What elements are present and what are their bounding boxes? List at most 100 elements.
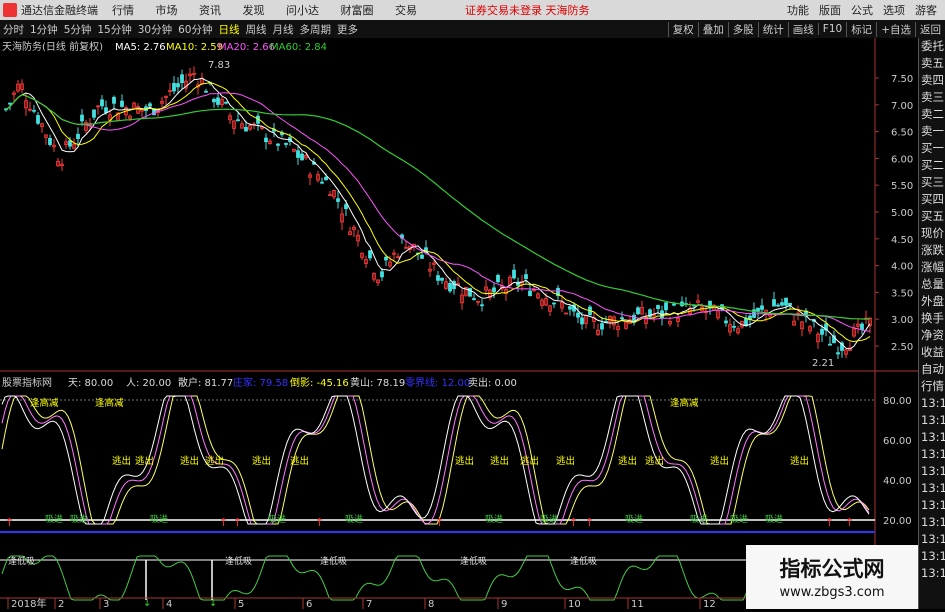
signal-mid-3: 逃出: [205, 455, 224, 467]
side-item-19[interactable]: 自动: [919, 361, 945, 378]
period-tab-4[interactable]: 30分钟: [138, 24, 172, 36]
menu-trade[interactable]: 交易: [395, 4, 417, 17]
side-item-2[interactable]: 卖四: [919, 72, 945, 89]
side-item-17[interactable]: 净资: [919, 327, 945, 344]
date-tick-4: 5: [238, 599, 244, 609]
buy-arrow-icon-5: ↑: [569, 516, 578, 529]
signal-bottom-7: 吸进: [625, 514, 643, 525]
side-item-28[interactable]: 13:13: [919, 514, 945, 531]
side-item-22[interactable]: 13:13: [919, 412, 945, 429]
side-item-21[interactable]: 13:13: [919, 395, 945, 412]
candle-body: [68, 140, 72, 147]
price-tick-9: 3.00: [891, 315, 913, 326]
side-item-1[interactable]: 卖五: [919, 55, 945, 72]
login-notice: 证券交易未登录 天海防务: [465, 4, 590, 17]
period-tab-1[interactable]: 1分钟: [30, 24, 58, 36]
signal-top-0: 逢高减: [30, 397, 59, 409]
period-tab-7[interactable]: 周线: [246, 24, 267, 36]
menu-function[interactable]: 功能: [787, 2, 809, 18]
side-item-23[interactable]: 13:13: [919, 429, 945, 446]
period-tab-2[interactable]: 5分钟: [64, 24, 92, 36]
side-item-16[interactable]: 换手: [919, 310, 945, 327]
side-item-12[interactable]: 涨跌: [919, 242, 945, 259]
side-item-18[interactable]: 收益: [919, 344, 945, 361]
menu-quote[interactable]: 行情: [112, 4, 134, 17]
ind-ren: 人: 20.00: [126, 377, 171, 389]
watermark-url: www.zbgs3.com: [779, 585, 885, 600]
signal-bottom-5: 吸进: [485, 514, 503, 525]
candle-body: [104, 107, 108, 113]
ind-daoying: 倒影: -45.16: [290, 377, 349, 389]
tool-button-0[interactable]: 复权: [667, 21, 698, 37]
period-tab-3[interactable]: 15分钟: [97, 24, 131, 36]
candle-body: [480, 304, 484, 307]
menu-market[interactable]: 市场: [156, 4, 178, 17]
candle-body: [524, 274, 528, 280]
side-item-26[interactable]: 13:13: [919, 480, 945, 497]
side-item-8[interactable]: 买三: [919, 174, 945, 191]
candle-body: [528, 290, 532, 297]
side-item-9[interactable]: 买四: [919, 191, 945, 208]
tool-button-1[interactable]: 叠加: [697, 21, 728, 37]
menu-options[interactable]: 选项: [883, 2, 905, 18]
menu-layout[interactable]: 版面: [819, 2, 841, 18]
side-item-20[interactable]: 行情: [919, 378, 945, 395]
side-item-6[interactable]: 买一: [919, 140, 945, 157]
signal-bottom-8: 吸进: [690, 514, 708, 525]
menu-assistant[interactable]: 问小达: [286, 4, 319, 17]
kline-chart-area[interactable]: 天海防务(日线 前复权) MA5: 2.76 MA10: 2.59 MA20: 2.6…: [0, 38, 918, 610]
candle-body: [48, 137, 52, 145]
spike-arrow-icon-0: ↓: [143, 598, 151, 609]
signal-bottom-2: 吸进: [150, 514, 168, 525]
side-item-15[interactable]: 外盘: [919, 293, 945, 310]
menu-discover[interactable]: 发现: [243, 4, 265, 17]
tool-button-2[interactable]: 多股: [727, 21, 758, 37]
menu-wealth[interactable]: 财富圈: [341, 4, 374, 17]
candle-body: [448, 282, 452, 292]
side-item-11[interactable]: 现价: [919, 225, 945, 242]
menu-formula[interactable]: 公式: [851, 2, 873, 18]
candle-body: [224, 101, 228, 104]
tool-button-5[interactable]: F10: [817, 23, 846, 35]
chart-svg[interactable]: 天海防务(日线 前复权) MA5: 2.76 MA10: 2.59MA20: 2.6…: [0, 38, 918, 610]
tool-button-4[interactable]: 画线: [787, 21, 818, 37]
tool-button-6[interactable]: 标记: [846, 21, 876, 37]
side-item-30[interactable]: 13:13: [919, 548, 945, 565]
period-tab-8[interactable]: 月线: [273, 24, 294, 36]
side-item-25[interactable]: 13:13: [919, 463, 945, 480]
tool-button-8[interactable]: 返回: [915, 21, 945, 37]
ma20-label: MA20: 2.66: [218, 42, 275, 53]
period-tab-0[interactable]: 分时: [3, 24, 24, 36]
period-tab-5[interactable]: 60分钟: [178, 24, 212, 36]
signal-low-2: 逢低吸: [320, 555, 347, 567]
side-item-0[interactable]: 委托: [919, 38, 945, 55]
candle-body: [820, 328, 824, 335]
side-item-24[interactable]: 13:13: [919, 446, 945, 463]
side-item-27[interactable]: 13:13: [919, 497, 945, 514]
side-item-13[interactable]: 涨幅: [919, 259, 945, 276]
candle-body: [100, 99, 104, 107]
period-tab-9[interactable]: 多周期: [300, 24, 332, 36]
side-item-31[interactable]: 13:13: [919, 565, 945, 582]
period-tab-6[interactable]: 日线: [219, 24, 240, 36]
menu-news[interactable]: 资讯: [199, 4, 221, 17]
side-item-10[interactable]: 买五: [919, 208, 945, 225]
candle-body: [512, 269, 516, 279]
period-tab-10[interactable]: 更多: [337, 24, 358, 36]
side-item-29[interactable]: 13:13: [919, 531, 945, 548]
menu-guest[interactable]: 游客: [915, 2, 937, 18]
side-item-4[interactable]: 卖二: [919, 106, 945, 123]
tool-button-7[interactable]: +自选: [876, 21, 915, 37]
signal-low-3: 逢低吸: [460, 555, 487, 567]
side-item-5[interactable]: 卖一: [919, 123, 945, 140]
candle-body: [180, 74, 184, 84]
side-item-7[interactable]: 买二: [919, 157, 945, 174]
side-item-3[interactable]: 卖三: [919, 89, 945, 106]
ind-line-huangshan: [1, 395, 870, 525]
candle-body: [576, 312, 580, 318]
spike-arrow-icon-1: ↓: [209, 598, 217, 609]
tool-button-3[interactable]: 统计: [757, 21, 788, 37]
top-right-menu: 功能 版面 公式 选项 游客: [777, 0, 937, 20]
ind-tick-2: 40.00: [883, 476, 912, 487]
side-item-14[interactable]: 总量: [919, 276, 945, 293]
